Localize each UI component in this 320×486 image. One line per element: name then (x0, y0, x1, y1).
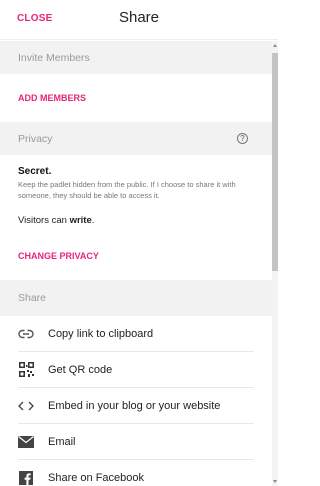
share-item-email[interactable]: Email (18, 424, 254, 460)
privacy-section-header: Privacy ? (0, 122, 272, 155)
share-item-facebook[interactable]: Share on Facebook (18, 460, 254, 486)
facebook-icon (18, 470, 34, 486)
scroll-down-icon[interactable] (273, 480, 277, 483)
share-list: Copy link to clipboard Get QR code Embed… (0, 316, 272, 486)
change-privacy-row: CHANGE PRIVACY (0, 232, 272, 280)
share-item-label: Email (48, 435, 76, 448)
code-embed-icon (18, 398, 34, 414)
add-members-button[interactable]: ADD MEMBERS (0, 93, 104, 103)
scrollbar-thumb[interactable] (272, 53, 278, 271)
share-heading: Share (18, 292, 47, 304)
help-icon[interactable]: ? (237, 133, 248, 144)
scrollbar[interactable] (272, 41, 278, 486)
invite-heading: Invite Members (18, 51, 90, 64)
share-item-label: Share on Facebook (48, 472, 145, 484)
share-item-label: Embed in your blog or your website (48, 399, 221, 412)
page-title: Share (118, 9, 160, 26)
share-item-label: Copy link to clipboard (48, 327, 154, 340)
privacy-heading: Privacy (18, 132, 53, 145)
add-members-row: ADD MEMBERS (0, 74, 272, 122)
email-icon (18, 434, 34, 450)
qr-code-icon (18, 362, 34, 378)
share-item-qr-code[interactable]: Get QR code (18, 352, 254, 388)
visitors-permission-text: Visitors can write. (18, 215, 95, 226)
share-item-copy-link[interactable]: Copy link to clipboard (18, 316, 254, 352)
share-item-label: Get QR code (48, 363, 113, 376)
link-icon (18, 326, 34, 342)
change-privacy-button[interactable]: CHANGE PRIVACY (0, 251, 117, 261)
share-header: CLOSE Share (0, 0, 278, 40)
privacy-setting-title: Secret. (18, 166, 52, 177)
share-item-embed[interactable]: Embed in your blog or your website (18, 388, 254, 424)
privacy-description: Keep the padlet hidden from the public. … (18, 180, 236, 200)
privacy-details: Secret. Keep the padlet hidden from the … (0, 155, 272, 226)
scroll-up-icon[interactable] (273, 44, 277, 47)
share-section-header: Share (0, 280, 272, 316)
share-panel: Invite Members ADD MEMBERS Privacy ? Sec… (0, 41, 272, 486)
invite-section-header: Invite Members (0, 41, 272, 74)
